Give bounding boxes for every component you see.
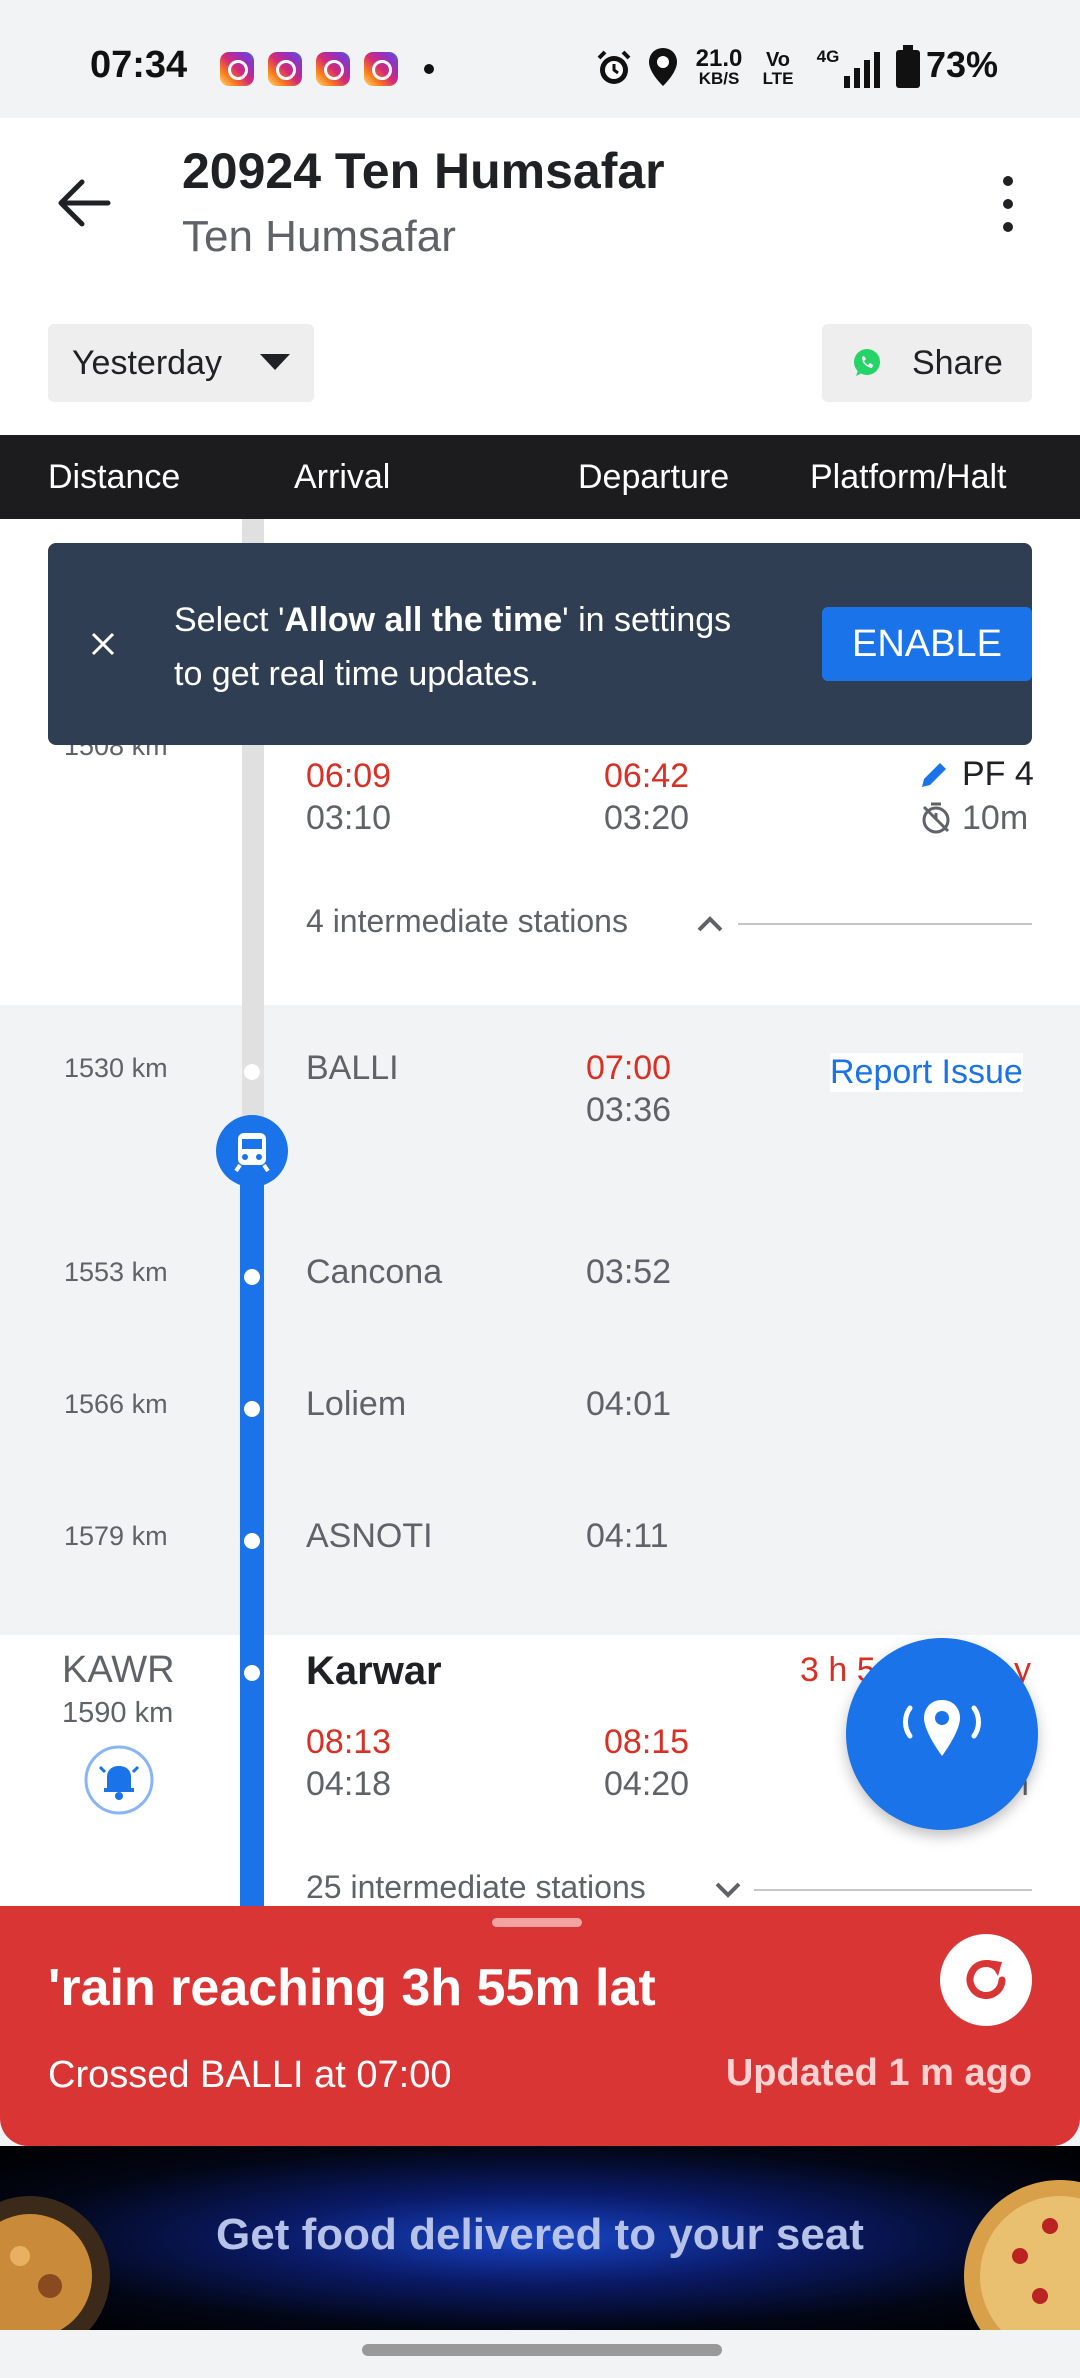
status-time: 07:34 xyxy=(90,44,188,86)
network-type: 4G xyxy=(816,47,840,66)
departure-scheduled: 03:20 xyxy=(604,799,690,837)
whatsapp-icon xyxy=(854,349,880,376)
train-subtitle: Ten Humsafar xyxy=(182,212,456,261)
location-icon xyxy=(649,48,677,86)
station-node xyxy=(244,1665,260,1681)
departure-actual: 08:15 xyxy=(604,1723,690,1761)
column-distance: Distance xyxy=(48,458,181,496)
report-issue-link[interactable]: Report Issue xyxy=(830,1053,1023,1092)
edit-pencil-icon[interactable] xyxy=(918,759,950,791)
dropdown-caret-icon xyxy=(260,354,290,370)
chevron-down-icon[interactable] xyxy=(714,1881,742,1899)
column-platform-halt: Platform/Halt xyxy=(810,458,1007,496)
intermediate-stations-toggle[interactable]: 4 intermediate stations xyxy=(306,903,628,940)
train-position-icon xyxy=(216,1115,288,1187)
chevron-up-icon[interactable] xyxy=(696,915,724,933)
station-node xyxy=(244,1533,260,1549)
arrival-scheduled: 03:10 xyxy=(306,799,392,837)
platform-number: PF 4 xyxy=(962,755,1034,793)
divider xyxy=(754,1889,1032,1891)
close-icon[interactable] xyxy=(90,631,116,657)
time-scheduled: 04:01 xyxy=(586,1385,672,1423)
station-name: ASNOTI xyxy=(306,1517,433,1555)
share-button[interactable]: Share xyxy=(822,324,1032,402)
day-selector-dropdown[interactable]: Yesterday xyxy=(48,324,314,402)
crossed-station-text: Crossed BALLI at 07:00 xyxy=(48,2054,452,2096)
battery-icon xyxy=(896,45,920,88)
halt-duration: 10m xyxy=(962,799,1029,837)
signal-icon xyxy=(844,52,880,88)
sheet-drag-handle[interactable] xyxy=(492,1918,582,1927)
live-location-icon xyxy=(903,1700,981,1756)
station-name: Cancona xyxy=(306,1253,443,1291)
live-location-fab[interactable] xyxy=(846,1638,1038,1830)
updated-time: Updated 1 m ago xyxy=(725,2052,1032,2094)
status-bar: 07:34 21.0 KB/S Vo LTE 4G 73% xyxy=(0,0,1080,118)
distance-label: 1566 km xyxy=(64,1389,168,1419)
station-name: Karwar xyxy=(306,1649,442,1693)
more-options-icon[interactable] xyxy=(1000,176,1016,232)
arrival-scheduled: 04:18 xyxy=(306,1765,392,1803)
departure-actual: 06:42 xyxy=(604,757,690,795)
home-gesture-pill[interactable] xyxy=(362,2344,722,2356)
station-node xyxy=(244,1269,260,1285)
halt-timer-off-icon xyxy=(922,802,950,834)
column-departure: Departure xyxy=(578,458,730,496)
instagram-notification-icon xyxy=(268,52,302,86)
station-node xyxy=(244,1401,260,1417)
train-title: 20924 Ten Humsafar xyxy=(182,143,665,199)
arrival-actual: 06:09 xyxy=(306,757,392,795)
instagram-notification-icon xyxy=(364,52,398,86)
ad-headline: Get food delivered to your seat xyxy=(216,2210,864,2259)
instagram-notification-icon xyxy=(316,52,350,86)
enable-button[interactable]: ENABLE xyxy=(822,607,1032,681)
station-code: KAWR xyxy=(62,1649,175,1691)
intermediate-stations-label: 25 intermediate stations xyxy=(306,1869,646,1905)
system-navigation-bar xyxy=(0,2330,1080,2378)
instagram-notification-icon xyxy=(220,52,254,86)
intermediate-stations-toggle[interactable]: 25 intermediate stations xyxy=(306,1869,646,1906)
station-name: Loliem xyxy=(306,1385,407,1423)
station-node xyxy=(244,1064,260,1080)
more-notifications-dot-icon xyxy=(424,64,434,74)
alarm-icon xyxy=(597,50,631,84)
time-scheduled: 03:36 xyxy=(586,1091,672,1129)
distance-label: 1530 km xyxy=(64,1053,168,1083)
column-header-bar: Distance Arrival Departure Platform/Halt xyxy=(0,435,1080,519)
time-actual: 07:00 xyxy=(586,1049,672,1087)
departure-scheduled: 04:20 xyxy=(604,1765,690,1803)
station-name: BALLI xyxy=(306,1049,399,1087)
location-permission-snackbar: Select 'Allow all the time' in settings … xyxy=(48,543,1032,745)
alarm-bell-icon[interactable] xyxy=(84,1745,154,1815)
battery-level: 73% xyxy=(926,44,999,85)
intermediate-stations-label: 4 intermediate stations xyxy=(306,903,628,939)
running-status-sheet[interactable]: 'rain reaching 3h 55m lat Crossed BALLI … xyxy=(0,1906,1080,2146)
snackbar-message: Select 'Allow all the time' in settings … xyxy=(174,601,732,693)
distance-label: 1553 km xyxy=(64,1257,168,1287)
day-selector-label: Yesterday xyxy=(72,344,222,382)
status-headline: 'rain reaching 3h 55m lat xyxy=(48,1959,656,2017)
time-scheduled: 04:11 xyxy=(586,1517,669,1555)
arrival-actual: 08:13 xyxy=(306,1723,392,1761)
refresh-button[interactable] xyxy=(940,1934,1032,2026)
share-label: Share xyxy=(912,344,1003,382)
volte-indicator: Vo LTE xyxy=(762,49,794,88)
refresh-icon xyxy=(966,1960,1006,1999)
food-delivery-ad-banner[interactable]: Get food delivered to your seat xyxy=(0,2146,1080,2330)
time-scheduled: 03:52 xyxy=(586,1253,672,1291)
divider xyxy=(738,923,1032,925)
distance-label: 1579 km xyxy=(64,1521,168,1551)
distance-label: 1590 km xyxy=(62,1697,174,1729)
column-arrival: Arrival xyxy=(294,458,391,496)
network-speed: 21.0 KB/S xyxy=(695,45,743,88)
back-arrow-icon[interactable] xyxy=(56,178,112,228)
